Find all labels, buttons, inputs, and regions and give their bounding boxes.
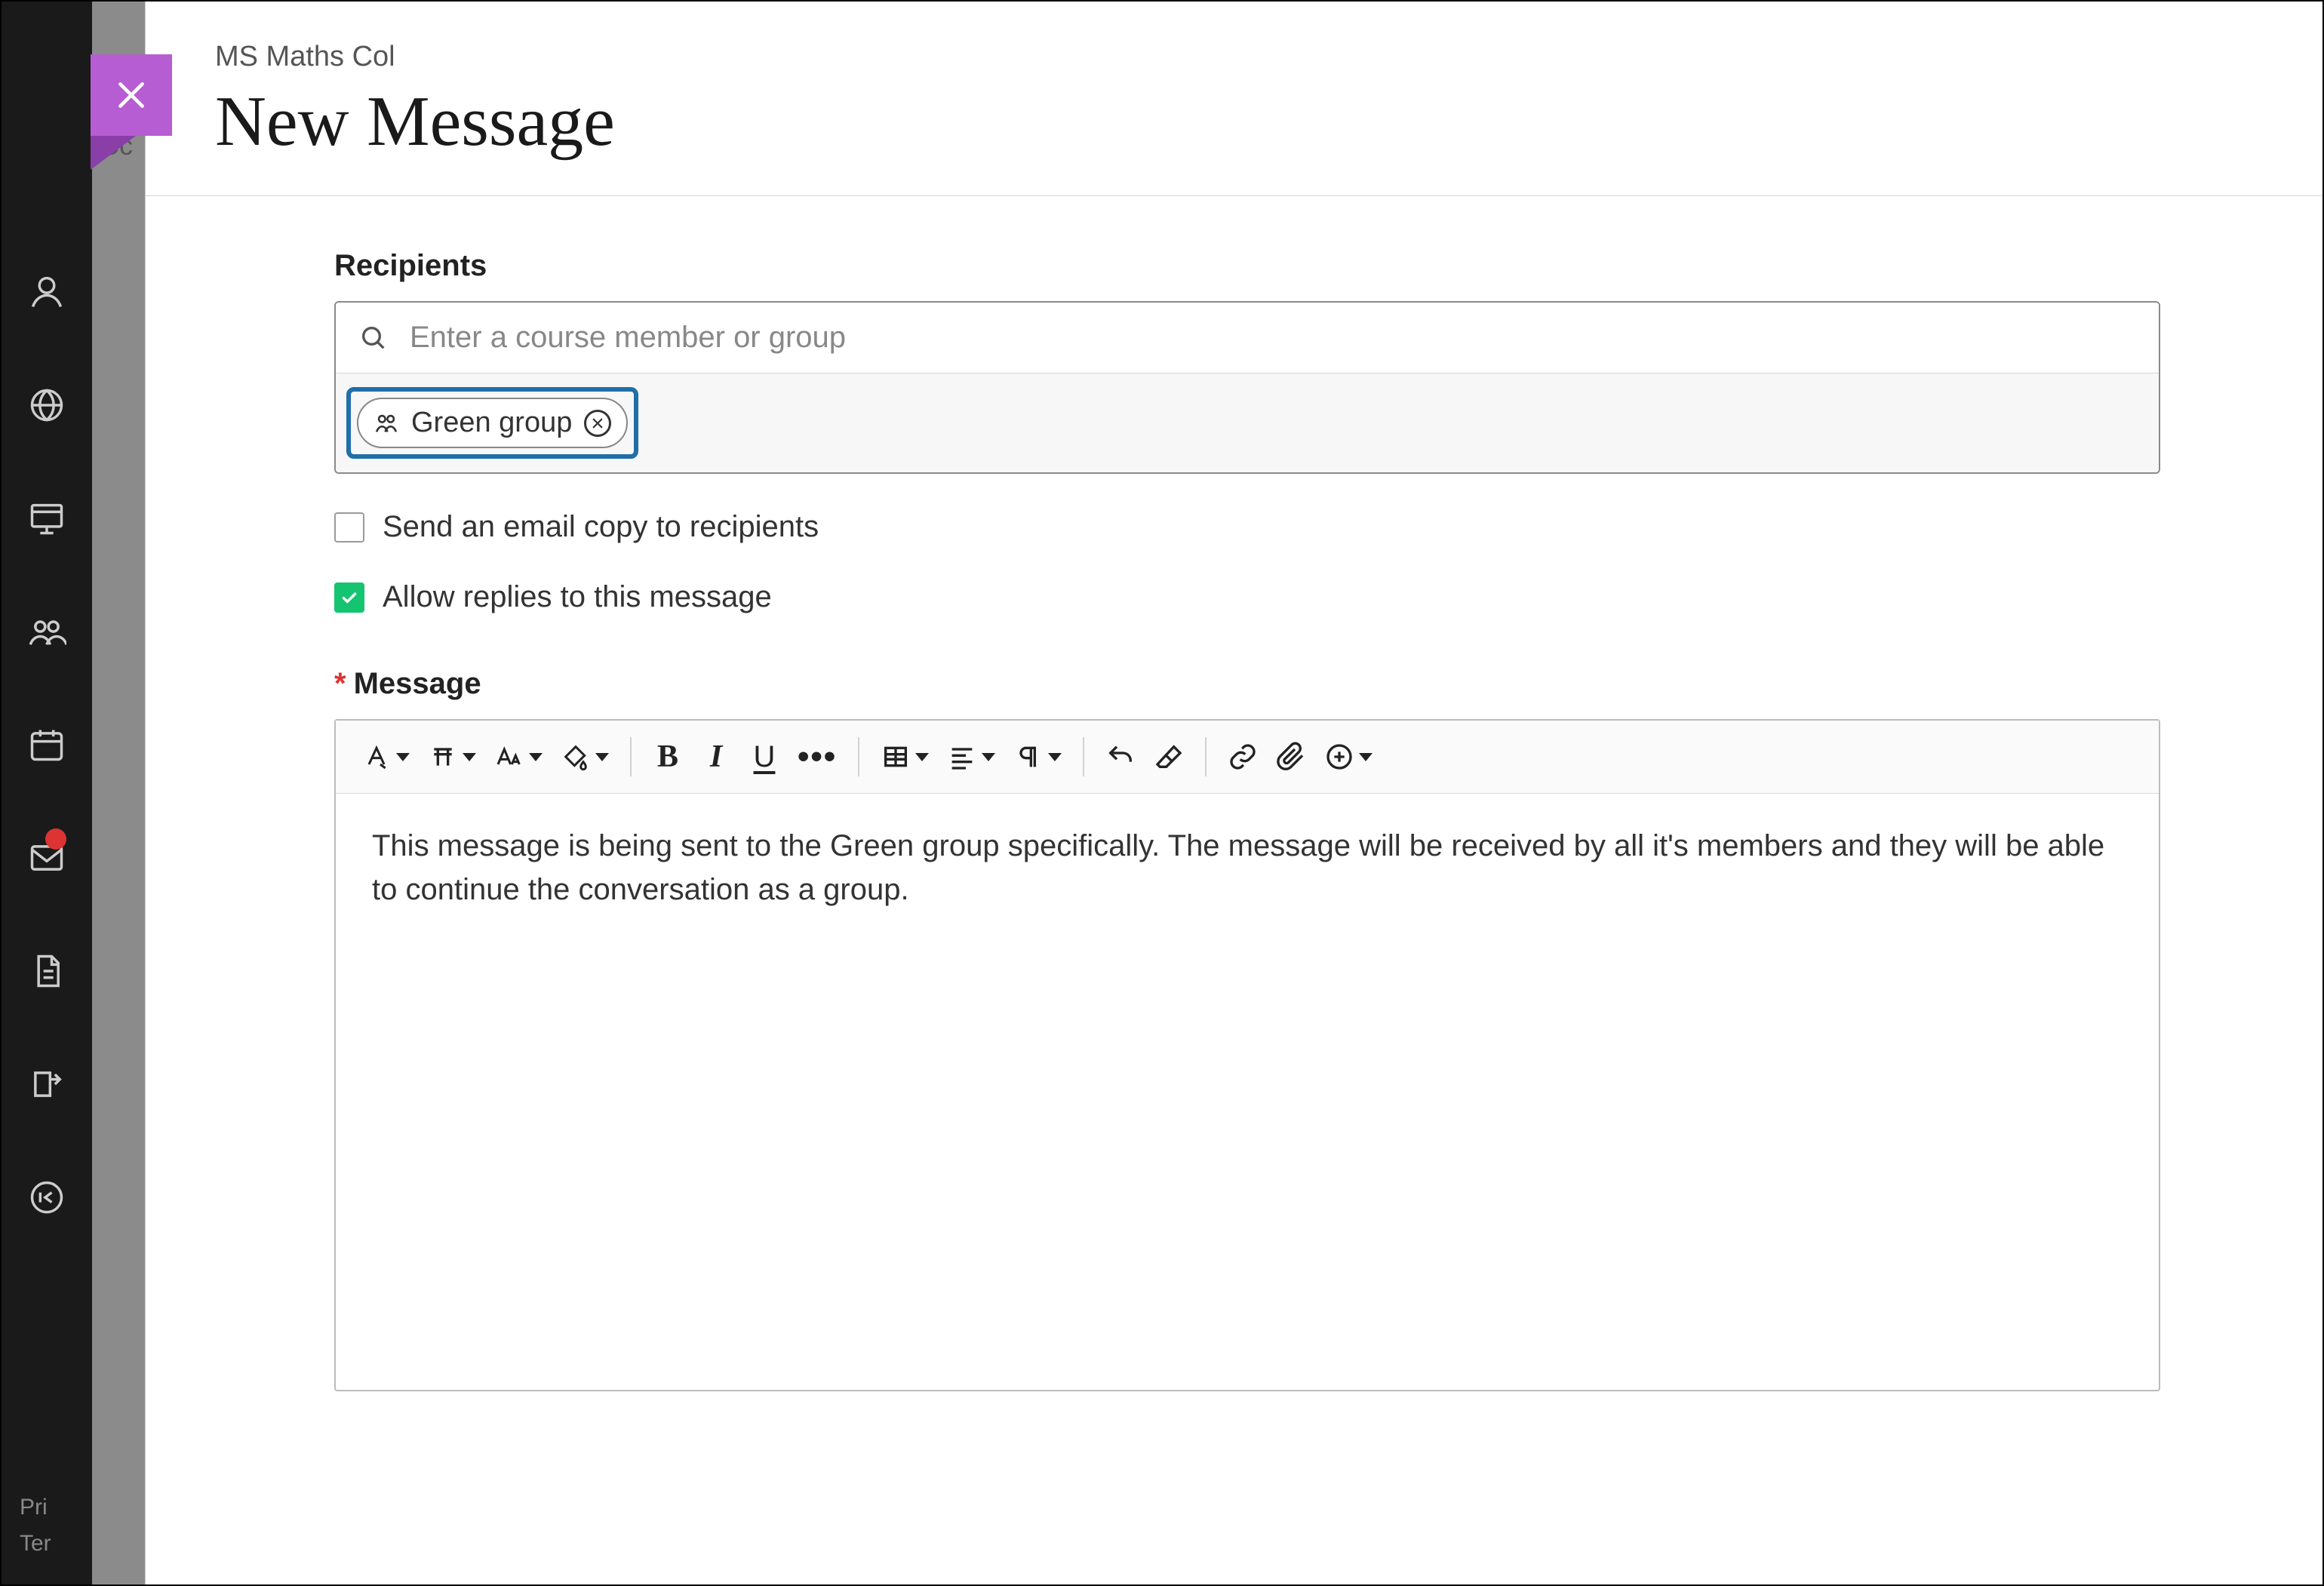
presentation-icon	[27, 499, 66, 538]
toolbar-block-format[interactable]	[419, 733, 485, 781]
underline-icon: U	[754, 740, 776, 774]
chevron-down-icon	[529, 753, 543, 761]
close-icon	[591, 416, 604, 430]
send-email-copy-label: Send an email copy to recipients	[383, 510, 819, 544]
toolbar-highlight[interactable]	[552, 733, 618, 781]
breadcrumb: MS Maths Col	[215, 41, 2322, 73]
toolbar-separator	[1083, 737, 1084, 776]
eraser-icon	[1154, 742, 1184, 772]
toolbar-separator	[630, 737, 632, 776]
signout-icon	[27, 1178, 66, 1217]
open-external-icon	[27, 1065, 66, 1104]
italic-icon: I	[710, 739, 722, 775]
toolbar-insert[interactable]	[1315, 733, 1382, 781]
panel-header: MS Maths Col New Message	[146, 2, 2322, 196]
text-style-icon	[361, 742, 392, 772]
chevron-down-icon	[463, 753, 476, 761]
document-icon	[27, 951, 66, 991]
allow-replies-option: Allow replies to this message	[334, 580, 2160, 614]
left-navigation-rail: Pri Ter	[2, 2, 92, 1584]
pilcrow-icon	[1013, 742, 1044, 772]
chip-remove-button[interactable]	[584, 410, 611, 437]
close-icon	[112, 76, 150, 114]
table-icon	[881, 742, 911, 772]
recipient-chip[interactable]: Green group	[357, 398, 628, 448]
rail-signout[interactable]	[2, 1141, 92, 1254]
toolbar-alignment[interactable]	[938, 733, 1004, 781]
rail-profile[interactable]	[2, 235, 92, 349]
toolbar-text-style[interactable]	[352, 733, 419, 781]
align-icon	[947, 742, 977, 772]
send-email-copy-checkbox[interactable]	[334, 512, 364, 542]
rail-grades[interactable]	[2, 914, 92, 1028]
block-format-icon	[428, 742, 458, 772]
link-icon	[1228, 742, 1258, 772]
paperclip-icon	[1276, 742, 1306, 772]
rich-text-editor: B I U •••	[334, 719, 2160, 1391]
toolbar-link[interactable]	[1219, 733, 1267, 781]
notification-badge-icon	[45, 828, 66, 850]
toolbar-attachment[interactable]	[1267, 733, 1315, 781]
chip-focus-ring: Green group	[346, 387, 638, 459]
search-icon	[358, 323, 389, 353]
dimmed-background: Cc	[92, 2, 145, 1584]
recipients-input[interactable]	[410, 321, 2136, 355]
toolbar-bold[interactable]: B	[644, 733, 692, 781]
toolbar-undo[interactable]	[1096, 733, 1145, 781]
person-icon	[27, 272, 66, 312]
send-email-copy-option: Send an email copy to recipients	[334, 510, 2160, 544]
footer-line[interactable]: Ter	[20, 1526, 92, 1562]
toolbar-paragraph[interactable]	[1004, 733, 1071, 781]
chevron-down-icon	[1359, 753, 1373, 761]
recipient-chips-row: Green group	[336, 373, 2159, 472]
chevron-down-icon	[595, 753, 609, 761]
rail-courses[interactable]	[2, 462, 92, 575]
close-button-tail-decoration	[91, 136, 136, 170]
chevron-down-icon	[1048, 753, 1062, 761]
rail-groups[interactable]	[2, 575, 92, 688]
plus-circle-icon	[1324, 742, 1354, 772]
message-label-row: *Message	[334, 667, 2160, 701]
group-icon	[374, 410, 399, 436]
rail-messages[interactable]	[2, 801, 92, 914]
undo-icon	[1105, 742, 1136, 772]
page-title: New Message	[215, 81, 2322, 162]
toolbar-more[interactable]: •••	[788, 733, 846, 781]
toolbar-font-size[interactable]	[485, 733, 552, 781]
close-panel-button[interactable]	[91, 54, 172, 136]
toolbar-separator	[1205, 737, 1207, 776]
toolbar-underline[interactable]: U	[740, 733, 788, 781]
recipients-field: Green group	[334, 301, 2160, 474]
rail-footer-links: Pri Ter	[2, 1489, 92, 1562]
group-icon	[27, 612, 66, 651]
message-label: Message	[354, 667, 481, 700]
allow-replies-label: Allow replies to this message	[383, 580, 772, 614]
calendar-icon	[27, 725, 66, 764]
paint-bucket-icon	[561, 742, 591, 772]
toolbar-separator	[858, 737, 859, 776]
recipients-label: Recipients	[334, 249, 2160, 283]
toolbar-clear-format[interactable]	[1145, 733, 1193, 781]
message-body-input[interactable]: This message is being sent to the Green …	[336, 794, 2159, 1390]
allow-replies-checkbox[interactable]	[334, 582, 364, 613]
globe-icon	[27, 386, 66, 425]
chevron-down-icon	[982, 753, 995, 761]
toolbar-table[interactable]	[872, 733, 938, 781]
rail-globe[interactable]	[2, 349, 92, 462]
toolbar-italic[interactable]: I	[692, 733, 740, 781]
chip-label: Green group	[411, 407, 572, 439]
chevron-down-icon	[396, 753, 410, 761]
footer-line[interactable]: Pri	[20, 1489, 92, 1526]
bold-icon: B	[657, 739, 678, 775]
required-indicator: *	[334, 667, 346, 700]
rail-tools[interactable]	[2, 1028, 92, 1141]
editor-toolbar: B I U •••	[336, 721, 2159, 794]
chevron-down-icon	[915, 753, 929, 761]
rail-calendar[interactable]	[2, 688, 92, 801]
new-message-panel: MS Maths Col New Message Recipients Gree…	[145, 2, 2322, 1584]
font-size-icon	[494, 742, 524, 772]
checkmark-icon	[340, 588, 359, 607]
